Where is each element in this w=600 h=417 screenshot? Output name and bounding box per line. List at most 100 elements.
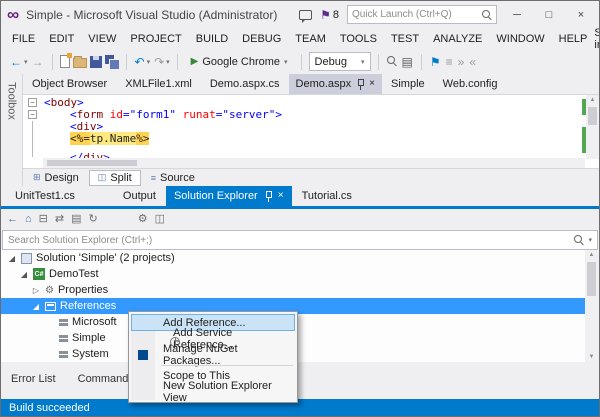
solution-explorer-search-input[interactable] <box>8 234 571 246</box>
solution-configuration-dropdown[interactable]: Debug ▾ <box>308 52 371 71</box>
pin-icon[interactable] <box>356 78 365 90</box>
close-button[interactable]: × <box>569 9 593 21</box>
tree-item-demotest[interactable]: ◢ C# DemoTest <box>1 266 585 282</box>
scrollbar-thumb[interactable] <box>587 262 596 296</box>
close-icon[interactable]: × <box>369 79 375 89</box>
tree-item-solution[interactable]: ◢ Solution 'Simple' (2 projects) <box>1 250 585 266</box>
menu-edit[interactable]: EDIT <box>42 30 81 48</box>
redo-dropdown-icon[interactable]: ▾ <box>166 58 170 66</box>
code-area[interactable]: <body> <form id="form1" runat="server"> … <box>44 97 583 164</box>
feedback-icon[interactable] <box>299 9 313 23</box>
home-icon[interactable]: ⌂ <box>25 214 32 225</box>
menu-project[interactable]: PROJECT <box>123 30 188 48</box>
show-all-files-icon[interactable]: ▤ <box>71 214 81 225</box>
scroll-up-icon[interactable]: ▲ <box>585 250 598 260</box>
scroll-up-icon[interactable]: ▲ <box>586 95 599 105</box>
collapse-all-icon[interactable]: ⊟ <box>39 214 48 225</box>
navigate-forward-icon[interactable]: → <box>31 55 45 69</box>
menu-window[interactable]: WINDOW <box>489 30 551 48</box>
refresh-icon[interactable]: ↻ <box>89 214 98 225</box>
close-icon[interactable]: × <box>278 191 284 201</box>
back-icon[interactable]: ← <box>7 214 18 225</box>
tab-split[interactable]: ◫ Split <box>88 169 141 186</box>
menu-file[interactable]: FILE <box>5 30 42 48</box>
tab-xmlfile1[interactable]: XMLFile1.xml <box>116 74 201 94</box>
expander-expanded-icon[interactable]: ◢ <box>19 270 29 279</box>
tree-item-label: References <box>60 300 117 312</box>
scroll-down-icon[interactable]: ▼ <box>585 352 598 362</box>
notifications-flag-icon[interactable]: ⚑ 8 <box>320 8 339 22</box>
menu-debug[interactable]: DEBUG <box>235 30 288 48</box>
code-editor[interactable]: − − <body> <form id="form1" runat="serve… <box>23 94 599 168</box>
menu-build[interactable]: BUILD <box>189 30 235 48</box>
comment-icon[interactable]: ≡ <box>445 55 454 69</box>
menu-team[interactable]: TEAM <box>288 30 333 48</box>
tab-error-list[interactable]: Error List <box>11 373 56 385</box>
indent-icon[interactable]: » <box>457 55 466 69</box>
properties-icon[interactable]: ⚙ <box>138 214 148 225</box>
expander-expanded-icon[interactable]: ◢ <box>31 302 41 311</box>
configuration-label: Debug <box>314 55 347 68</box>
navigate-back-dropdown-icon[interactable]: ▾ <box>24 58 28 66</box>
window-title: Simple - Microsoft Visual Studio (Admini… <box>26 7 278 22</box>
menu-item-new-solution-explorer-view[interactable]: New Solution Explorer View <box>131 380 295 404</box>
expander-collapsed-icon[interactable]: ▷ <box>31 286 41 295</box>
scrollbar-thumb[interactable] <box>47 160 137 166</box>
open-file-icon[interactable] <box>72 55 87 68</box>
undo-icon[interactable]: ↶ <box>134 55 146 69</box>
preview-selected-items-icon[interactable]: ◫ <box>155 214 165 225</box>
sync-with-active-document-icon[interactable]: ⇄ <box>55 214 64 225</box>
chevron-down-icon: ▾ <box>284 58 288 66</box>
tab-simple[interactable]: Simple <box>382 74 434 94</box>
expander-expanded-icon[interactable]: ◢ <box>7 254 17 263</box>
save-icon[interactable] <box>89 55 102 68</box>
tab-demo-aspx[interactable]: Demo.aspx × <box>288 74 383 94</box>
outdent-icon[interactable]: « <box>468 55 477 69</box>
tab-output[interactable]: Output <box>113 186 166 206</box>
menu-view[interactable]: VIEW <box>81 30 123 48</box>
tab-unittest1[interactable]: UnitTest1.cs <box>5 186 85 206</box>
menu-item-manage-nuget-packages[interactable]: Manage NuGet Packages... <box>131 343 295 367</box>
undo-dropdown-icon[interactable]: ▾ <box>147 58 151 66</box>
menu-test[interactable]: TEST <box>384 30 426 48</box>
tab-solution-explorer[interactable]: Solution Explorer × <box>165 186 292 206</box>
maximize-button[interactable]: □ <box>537 9 561 21</box>
tab-object-browser[interactable]: Object Browser <box>23 74 116 94</box>
start-debug-button[interactable]: ▶ Google Chrome ▾ <box>185 54 294 70</box>
navigate-back-icon[interactable]: ← <box>9 55 23 69</box>
fold-collapse-icon[interactable]: − <box>28 98 37 107</box>
menu-help[interactable]: HELP <box>552 30 595 48</box>
editor-horizontal-scrollbar[interactable] <box>43 158 585 168</box>
tree-vertical-scrollbar[interactable]: ▲ ▼ <box>585 250 598 362</box>
pin-icon[interactable] <box>264 190 272 202</box>
redo-icon[interactable]: ↷ <box>153 55 165 69</box>
tab-design[interactable]: ⊞ Design <box>25 171 87 185</box>
quick-launch-input[interactable] <box>352 9 482 20</box>
menu-analyze[interactable]: ANALYZE <box>426 30 489 48</box>
tab-source[interactable]: ≡ Source <box>143 171 203 185</box>
editor-vertical-scrollbar[interactable]: ▲ <box>586 95 599 159</box>
chevron-down-icon[interactable]: ▾ <box>588 236 592 244</box>
find-in-files-icon[interactable] <box>386 55 398 69</box>
visual-studio-logo-icon: ∞ <box>7 5 20 24</box>
save-all-icon[interactable] <box>104 55 120 70</box>
toolbar-separator <box>125 53 127 70</box>
toolbox-panel-tab[interactable]: Toolbox <box>1 74 23 186</box>
tab-tutorial[interactable]: Tutorial.cs <box>292 186 362 206</box>
tab-demo-aspx-cs[interactable]: Demo.aspx.cs <box>201 74 289 94</box>
assembly-icon <box>59 334 68 342</box>
search-icon <box>574 235 584 245</box>
solution-platforms-icon[interactable]: ▤ <box>401 55 414 69</box>
solution-explorer-toolbar: ← ⌂ ⊟ ⇄ ▤ ↻ ⚙ ◫ <box>1 209 599 230</box>
fold-collapse-icon[interactable]: − <box>28 110 37 119</box>
tree-item-properties[interactable]: ▷ ⚙ Properties <box>1 282 585 298</box>
tool-window-tab-bar: UnitTest1.cs Output Solution Explorer × … <box>1 186 599 209</box>
sign-in-button[interactable]: Sign in <box>594 27 599 51</box>
references-icon <box>45 301 56 311</box>
minimize-button[interactable]: ─ <box>505 9 529 21</box>
menu-tools[interactable]: TOOLS <box>333 30 384 48</box>
new-file-icon[interactable] <box>59 53 72 68</box>
scrollbar-thumb[interactable] <box>588 107 597 125</box>
tab-web-config[interactable]: Web.config <box>434 74 507 94</box>
bookmark-icon[interactable]: ⚑ <box>429 55 442 69</box>
